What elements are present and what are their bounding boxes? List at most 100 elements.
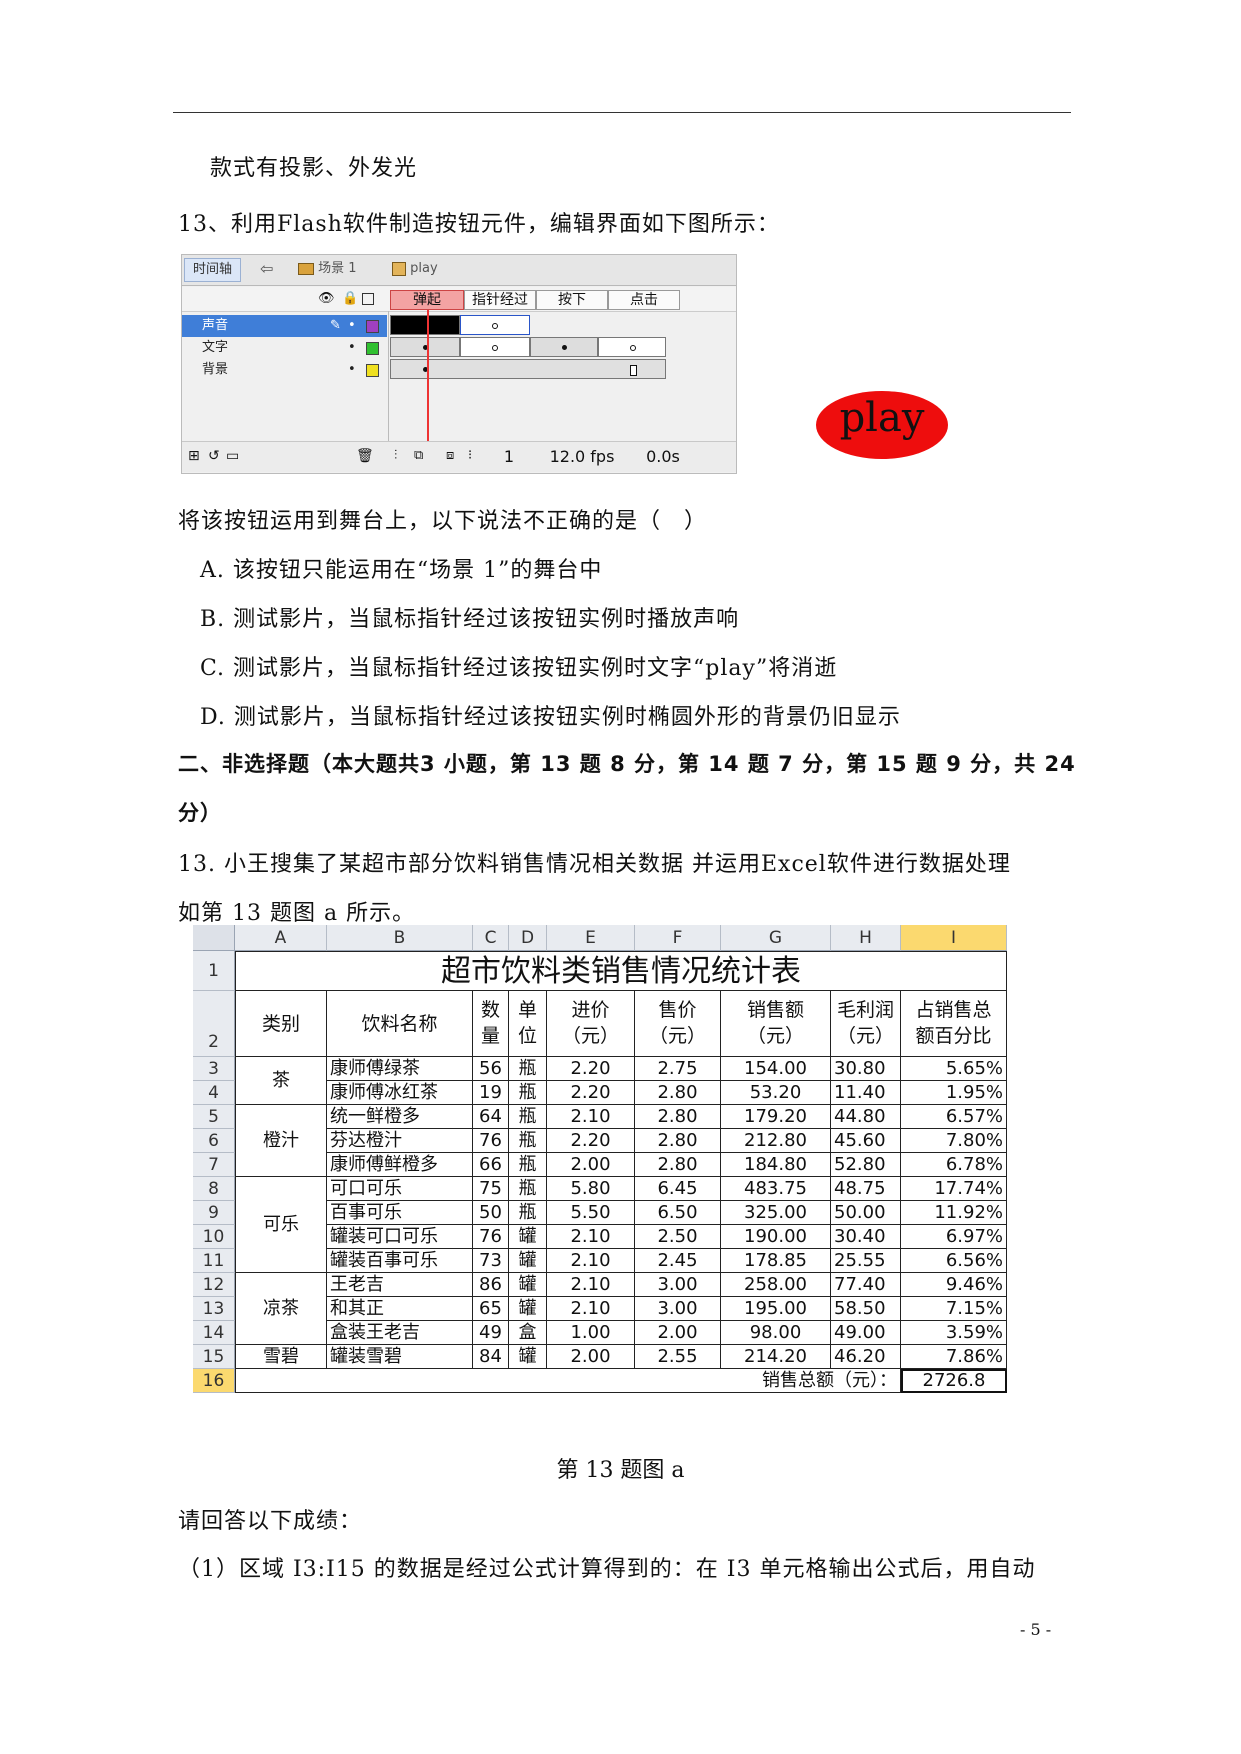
row-header-6[interactable]: 6 [193,1129,235,1153]
trash-icon[interactable]: 🗑 [356,448,374,464]
table-cell[interactable]: 康师傅冰红茶 [327,1081,473,1105]
total-label[interactable]: 销售总额（元）： [235,1369,901,1393]
motion-guide-icon[interactable]: ↺ [208,448,220,464]
column-header-H[interactable]: H [831,925,901,951]
new-folder-icon[interactable]: ▭ [226,448,239,464]
column-header-C[interactable]: C [473,925,509,951]
table-cell[interactable]: 50.00 [831,1201,901,1225]
table-cell[interactable]: 罐 [509,1297,547,1321]
table-cell[interactable]: 7.80% [901,1129,1007,1153]
table-cell[interactable]: 2.50 [635,1225,721,1249]
table-cell[interactable]: 5.50 [547,1201,635,1225]
table-cell[interactable]: 25.55 [831,1249,901,1273]
layer-background[interactable]: 背景 • [182,359,387,381]
table-cell[interactable]: 可口可乐 [327,1177,473,1201]
row-header-14[interactable]: 14 [193,1321,235,1345]
table-cell[interactable]: 2.10 [547,1297,635,1321]
table-cell[interactable]: 56 [473,1057,509,1081]
back-arrow-icon[interactable]: ⇦ [260,258,273,280]
table-cell[interactable]: 190.00 [721,1225,831,1249]
table-cell[interactable]: 66 [473,1153,509,1177]
column-header-E[interactable]: E [547,925,635,951]
table-cell[interactable]: 30.40 [831,1225,901,1249]
table-cell[interactable]: 195.00 [721,1297,831,1321]
table-cell[interactable]: 19 [473,1081,509,1105]
state-over[interactable]: 指针经过 [464,290,536,310]
column-title-cell[interactable]: 售价 （元） [635,991,721,1057]
table-cell[interactable]: 154.00 [721,1057,831,1081]
row-header-12[interactable]: 12 [193,1273,235,1297]
table-cell[interactable]: 瓶 [509,1129,547,1153]
table-cell[interactable]: 178.85 [721,1249,831,1273]
table-cell[interactable]: 65 [473,1297,509,1321]
table-cell[interactable]: 214.20 [721,1345,831,1369]
table-cell[interactable]: 瓶 [509,1201,547,1225]
table-cell[interactable]: 瓶 [509,1177,547,1201]
layer-text[interactable]: 文字 • [182,337,387,359]
row-header-16[interactable]: 16 [193,1369,235,1393]
center-frame-icon[interactable]: ⫶ [394,448,397,463]
table-cell[interactable]: 7.86% [901,1345,1007,1369]
table-cell[interactable]: 康师傅鲜橙多 [327,1153,473,1177]
table-cell[interactable]: 瓶 [509,1057,547,1081]
table-cell[interactable]: 2.80 [635,1105,721,1129]
table-cell[interactable]: 和其正 [327,1297,473,1321]
table-cell[interactable]: 179.20 [721,1105,831,1129]
table-cell[interactable]: 2.00 [547,1153,635,1177]
table-cell[interactable]: 44.80 [831,1105,901,1129]
column-header-D[interactable]: D [509,925,547,951]
column-title-cell[interactable]: 进价 （元） [547,991,635,1057]
category-cell[interactable]: 橙汁 [235,1105,327,1177]
table-cell[interactable]: 84 [473,1345,509,1369]
symbol-breadcrumb[interactable]: play [392,258,438,280]
row-header-5[interactable]: 5 [193,1105,235,1129]
category-cell[interactable]: 雪碧 [235,1345,327,1369]
table-cell[interactable]: 2.20 [547,1129,635,1153]
table-cell[interactable]: 6.78% [901,1153,1007,1177]
select-all-corner[interactable] [193,925,235,951]
column-title-cell[interactable]: 销售额 （元） [721,991,831,1057]
state-up[interactable]: 弹起 [390,290,464,310]
state-down[interactable]: 按下 [536,290,608,310]
table-cell[interactable]: 6.50 [635,1201,721,1225]
table-cell[interactable]: 98.00 [721,1321,831,1345]
onion-skin-icon[interactable]: ⧉ [414,448,423,463]
table-cell[interactable]: 86 [473,1273,509,1297]
row-header-2[interactable]: 2 [193,991,235,1057]
table-cell[interactable]: 76 [473,1129,509,1153]
row-header-9[interactable]: 9 [193,1201,235,1225]
table-cell[interactable]: 罐 [509,1273,547,1297]
category-cell[interactable]: 凉茶 [235,1273,327,1345]
column-header-F[interactable]: F [635,925,721,951]
category-cell[interactable]: 茶 [235,1057,327,1105]
row-header-10[interactable]: 10 [193,1225,235,1249]
table-cell[interactable]: 3.00 [635,1273,721,1297]
table-cell[interactable]: 6.56% [901,1249,1007,1273]
table-cell[interactable]: 46.20 [831,1345,901,1369]
table-cell[interactable]: 53.20 [721,1081,831,1105]
table-cell[interactable]: 罐装雪碧 [327,1345,473,1369]
table-cell[interactable]: 77.40 [831,1273,901,1297]
row-header-8[interactable]: 8 [193,1177,235,1201]
table-cell[interactable]: 盒装王老吉 [327,1321,473,1345]
table-cell[interactable]: 2.10 [547,1225,635,1249]
table-cell[interactable]: 5.65% [901,1057,1007,1081]
column-header-G[interactable]: G [721,925,831,951]
table-cell[interactable]: 罐装可口可乐 [327,1225,473,1249]
table-cell[interactable]: 盒 [509,1321,547,1345]
table-cell[interactable]: 52.80 [831,1153,901,1177]
table-cell[interactable]: 芬达橙汁 [327,1129,473,1153]
table-cell[interactable]: 罐 [509,1225,547,1249]
table-cell[interactable]: 3.00 [635,1297,721,1321]
table-cell[interactable]: 258.00 [721,1273,831,1297]
table-cell[interactable]: 73 [473,1249,509,1273]
table-cell[interactable]: 2.20 [547,1081,635,1105]
table-cell[interactable]: 184.80 [721,1153,831,1177]
table-cell[interactable]: 11.92% [901,1201,1007,1225]
table-cell[interactable]: 75 [473,1177,509,1201]
table-cell[interactable]: 瓶 [509,1081,547,1105]
column-header-B[interactable]: B [327,925,473,951]
table-cell[interactable]: 1.00 [547,1321,635,1345]
table-cell[interactable]: 17.74% [901,1177,1007,1201]
table-cell[interactable]: 76 [473,1225,509,1249]
